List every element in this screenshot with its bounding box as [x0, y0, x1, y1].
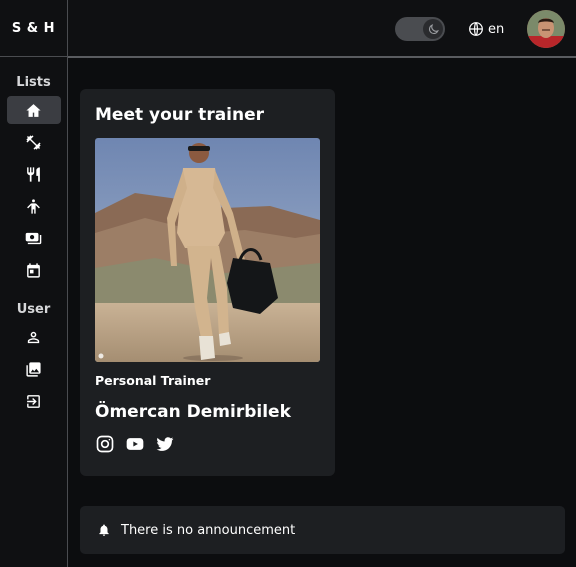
- dumbbell-icon: [26, 134, 41, 150]
- bell-icon: [99, 524, 109, 536]
- sidebar-section-user: User: [16, 302, 51, 317]
- logout-icon: [27, 394, 40, 408]
- twitter-icon: [156, 437, 174, 451]
- instagram-icon: [96, 435, 114, 453]
- youtube-icon: [126, 438, 144, 450]
- language-selector[interactable]: en: [468, 19, 504, 39]
- gallery-icon: [26, 361, 41, 377]
- trainer-card: Meet your trainer Personal Trainer Ömerc…: [80, 89, 335, 476]
- trainer-photo-image: [95, 138, 320, 362]
- sidebar-item-exercises[interactable]: [7, 192, 61, 220]
- trainer-socials: [95, 434, 175, 454]
- sidebar-item-workouts[interactable]: [7, 128, 61, 156]
- person-icon: [27, 198, 40, 214]
- sidebar-item-logout[interactable]: [7, 387, 61, 415]
- trainer-role: Personal Trainer: [95, 373, 211, 388]
- instagram-link[interactable]: [95, 434, 115, 454]
- trainer-card-title: Meet your trainer: [95, 105, 265, 125]
- moon-icon: [428, 23, 439, 34]
- top-bar: en: [68, 0, 576, 58]
- language-label: en: [488, 21, 505, 37]
- sidebar-item-calendar[interactable]: [7, 256, 61, 284]
- sidebar-item-home[interactable]: [6, 96, 61, 124]
- sidebar-item-profile[interactable]: [7, 323, 61, 351]
- profile-icon: [27, 331, 40, 343]
- twitter-link[interactable]: [155, 434, 175, 454]
- utensils-icon: [27, 166, 40, 182]
- money-icon: [25, 232, 42, 244]
- sidebar: S & H Lists User: [0, 0, 68, 567]
- announcement-text: There is no announcement: [121, 522, 296, 538]
- globe-icon: [469, 22, 483, 36]
- trainer-name: Ömercan Demirbilek: [95, 402, 291, 422]
- avatar-image: [527, 10, 565, 48]
- user-avatar[interactable]: [527, 10, 565, 48]
- theme-toggle[interactable]: [395, 17, 445, 41]
- home-icon: [26, 103, 41, 117]
- brand-logo[interactable]: S & H: [0, 0, 67, 57]
- sidebar-section-lists: Lists: [16, 75, 51, 90]
- sidebar-item-gallery[interactable]: [7, 355, 61, 383]
- youtube-link[interactable]: [125, 434, 145, 454]
- sidebar-item-nutrition[interactable]: [7, 160, 61, 188]
- calendar-icon: [27, 262, 40, 278]
- trainer-photo: [95, 138, 320, 362]
- theme-toggle-knob: [423, 19, 443, 39]
- sidebar-item-payments[interactable]: [7, 224, 61, 252]
- announcement-banner: There is no announcement: [80, 506, 565, 554]
